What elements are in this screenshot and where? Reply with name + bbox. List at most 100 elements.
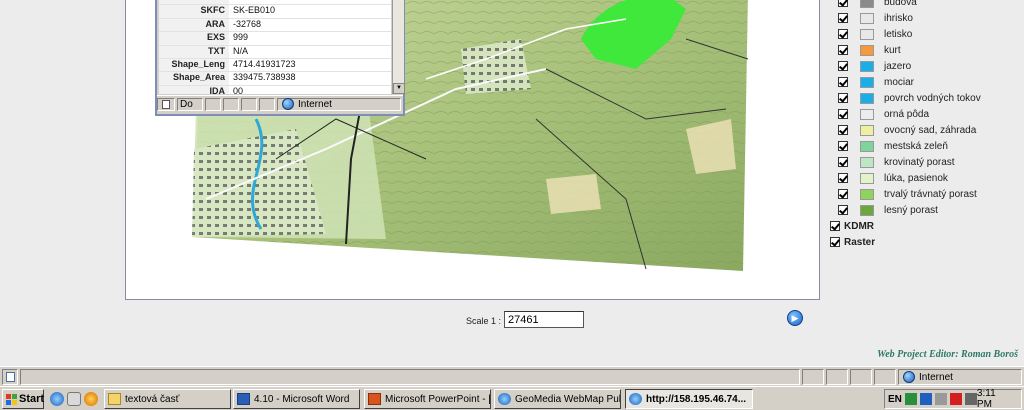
legend-label: letisko (884, 28, 913, 40)
attribute-popup-window[interactable]: CNF2SKFC SK-EB010 ARA -32768 EXS 999 TXT N/A Sha… (155, 0, 405, 116)
legend-label: mociar (884, 76, 915, 88)
legend-checkbox[interactable] (838, 0, 848, 7)
internet-explorer-icon[interactable] (50, 392, 64, 406)
scale-input[interactable] (504, 311, 584, 328)
legend-layer: Raster (830, 234, 875, 250)
legend-checkbox[interactable] (838, 13, 848, 23)
legend-label: orná pôda (884, 108, 930, 120)
page-icon (157, 97, 175, 111)
legend-item: budova (838, 0, 917, 10)
legend-checkbox[interactable] (838, 205, 848, 215)
legend-swatch (860, 60, 874, 72)
task-powerpoint[interactable]: Microsoft PowerPoint - [Pr... (364, 389, 491, 409)
legend-label: lesný porast (884, 204, 938, 216)
attribute-value: -32768 (233, 18, 262, 29)
outlook-express-icon[interactable] (67, 392, 81, 406)
legend-label: povrch vodných tokov (884, 92, 981, 104)
scale-label: Scale 1 : (466, 316, 502, 326)
table-row: IDA 00 (159, 85, 391, 94)
layer-checkbox[interactable] (830, 237, 840, 247)
legend-swatch (860, 204, 874, 216)
attribute-value: SK-EB010 (233, 5, 276, 16)
table-row: ARA -32768 (159, 18, 391, 33)
legend-swatch (860, 156, 874, 168)
legend-swatch (860, 124, 874, 136)
media-player-icon[interactable] (84, 392, 98, 406)
legend-label: krovinatý porast (884, 156, 955, 168)
legend-item: povrch vodných tokov (838, 90, 981, 106)
system-tray: EN 3:11 PM (884, 388, 1022, 410)
attribute-key: CNF (159, 0, 229, 5)
table-row: Shape_Leng 4714.41931723 (159, 58, 391, 73)
clock: 3:11 PM (976, 388, 996, 410)
acrobat-icon[interactable] (949, 393, 962, 405)
task-geomedia[interactable]: GeoMedia WebMap Publi... (494, 389, 621, 409)
editor-credit: Web Project Editor: Roman Boroš (877, 349, 1018, 360)
attribute-key: EXS (159, 32, 229, 45)
legend-item: kurt (838, 42, 901, 58)
legend-checkbox[interactable] (838, 45, 848, 55)
task-label: GeoMedia WebMap Publi... (515, 393, 620, 405)
legend-item: trvalý trávnatý porast (838, 186, 977, 202)
display-icon[interactable] (964, 393, 977, 405)
attribute-value: N/A (233, 45, 249, 56)
legend-label: ovocný sad, záhrada (884, 124, 977, 136)
volume-icon[interactable] (934, 393, 947, 405)
start-button[interactable]: Start (2, 389, 44, 409)
legend-label: lúka, pasienok (884, 172, 948, 184)
scroll-down-arrow-icon[interactable]: ▼ (393, 83, 405, 94)
language-indicator[interactable]: EN (888, 394, 902, 405)
legend-checkbox[interactable] (838, 29, 848, 39)
popup-scrollbar[interactable]: ▼ (392, 0, 405, 94)
table-row: EXS 999 (159, 32, 391, 46)
legend-label: mestská zeleň (884, 140, 948, 152)
legend-checkbox[interactable] (838, 93, 848, 103)
legend-checkbox[interactable] (838, 77, 848, 87)
legend-swatch (860, 172, 874, 184)
legend-checkbox[interactable] (838, 125, 848, 135)
legend-swatch (860, 140, 874, 152)
legend-item: mociar (838, 74, 914, 90)
legend-swatch (860, 108, 874, 120)
go-button[interactable]: ▶ (787, 310, 803, 326)
legend-checkbox[interactable] (838, 141, 848, 151)
windows-logo-icon (6, 393, 17, 405)
internet-explorer-icon (629, 393, 642, 405)
network-icon[interactable] (919, 393, 932, 405)
legend-label: budova (884, 0, 917, 8)
internet-explorer-icon (498, 393, 511, 405)
antivirus-icon[interactable] (904, 393, 917, 405)
legend-item: lesný porast (838, 202, 938, 218)
legend-checkbox[interactable] (838, 173, 848, 183)
task-label: textová časť (125, 393, 180, 405)
status-zone-text: Internet (919, 371, 953, 383)
task-textova-cast[interactable]: textová časť (104, 389, 231, 409)
task-browser-active[interactable]: http://158.195.46.74... (625, 389, 753, 409)
attribute-key: ARA (159, 18, 229, 32)
powerpoint-icon (368, 393, 381, 405)
layer-checkbox[interactable] (830, 221, 840, 231)
attribute-value: 4714.41931723 (233, 58, 296, 69)
legend-swatch (860, 28, 874, 40)
legend-label: jazero (884, 60, 912, 72)
legend-item: orná pôda (838, 106, 929, 122)
legend-item: mestská zeleň (838, 138, 948, 154)
task-label: Microsoft PowerPoint - [Pr... (385, 393, 491, 405)
legend-item: krovinatý porast (838, 154, 955, 170)
legend-checkbox[interactable] (838, 157, 848, 167)
legend-checkbox[interactable] (838, 61, 848, 71)
attribute-value: 339475.738938 (233, 72, 296, 83)
attribute-key: TXT (159, 45, 229, 58)
browser-status-bar: Internet (0, 366, 1024, 386)
legend-checkbox[interactable] (838, 109, 848, 119)
legend-checkbox[interactable] (838, 189, 848, 199)
layer-label: Raster (844, 236, 876, 248)
word-icon (237, 393, 250, 405)
legend-item: letisko (838, 26, 912, 42)
taskbar: Start textová časť 4.10 - Microsoft Word… (0, 386, 1024, 410)
popup-zone-text: Internet (298, 98, 332, 110)
task-word[interactable]: 4.10 - Microsoft Word (233, 389, 360, 409)
legend-item: ovocný sad, záhrada (838, 122, 976, 138)
table-row: TXT N/A (159, 45, 391, 59)
attribute-value: 2 (229, 0, 238, 4)
